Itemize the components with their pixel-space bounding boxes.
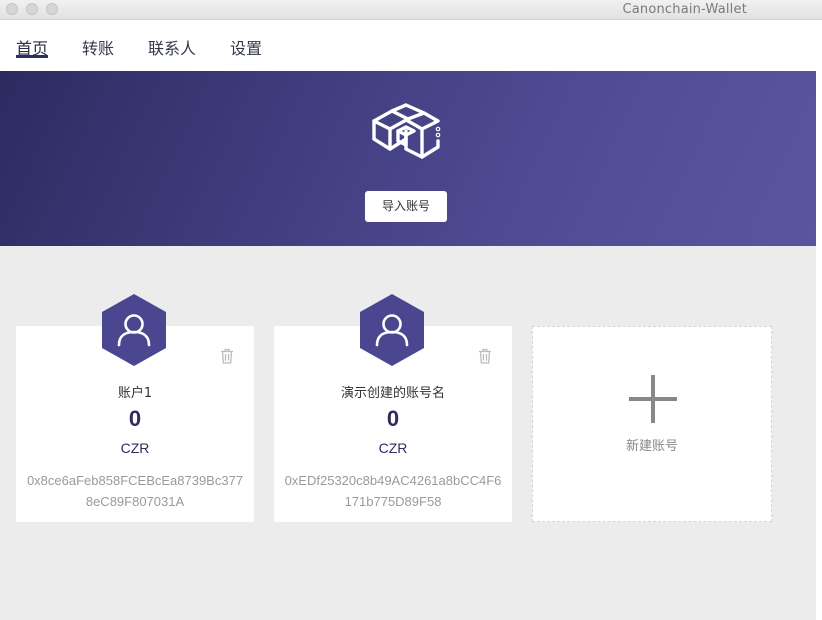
account-unit: CZR bbox=[120, 440, 150, 456]
new-account-card[interactable]: 新建账号 bbox=[532, 326, 772, 522]
account-card[interactable]: 账户1 0 CZR 0x8ce6aFeb858FCEBcEa8739Bc3778… bbox=[16, 294, 254, 522]
account-avatar bbox=[102, 294, 166, 366]
account-card[interactable]: 演示创建的账号名 0 CZR 0xEDf25320c8b49AC4261a8bC… bbox=[274, 294, 512, 522]
zoom-window-button[interactable] bbox=[46, 3, 58, 15]
trash-icon[interactable] bbox=[220, 348, 234, 364]
new-account-label: 新建账号 bbox=[625, 439, 678, 454]
close-window-button[interactable] bbox=[6, 3, 18, 15]
window-titlebar: Canonchain-Wallet bbox=[0, 0, 822, 20]
account-avatar bbox=[360, 294, 424, 366]
account-balance: 0 bbox=[128, 406, 142, 431]
plus-icon bbox=[629, 375, 677, 423]
window-title: Canonchain-Wallet bbox=[622, 2, 747, 17]
nav-item-contacts[interactable]: 联系人 bbox=[148, 35, 196, 59]
nav-active-indicator bbox=[16, 55, 48, 58]
nav-item-transfer[interactable]: 转账 bbox=[82, 35, 114, 59]
cube-cluster-icon bbox=[372, 103, 441, 159]
minimize-window-button[interactable] bbox=[26, 3, 38, 15]
account-name: 账户1 bbox=[117, 386, 153, 401]
account-name: 演示创建的账号名 bbox=[340, 386, 445, 401]
import-account-button[interactable]: 导入账号 bbox=[365, 191, 447, 222]
trash-icon[interactable] bbox=[478, 348, 492, 364]
account-address: 0xEDf25320c8b49AC4261a8bCC4F6171b775D89F… bbox=[284, 473, 502, 509]
hero-banner: 导入账号 bbox=[0, 71, 816, 246]
account-unit: CZR bbox=[378, 440, 408, 456]
account-address: 0x8ce6aFeb858FCEBcEa8739Bc3778eC89F80703… bbox=[26, 473, 244, 509]
account-balance: 0 bbox=[386, 406, 400, 431]
top-nav: 首页 转账 联系人 设置 bbox=[0, 20, 816, 71]
scrollbar[interactable] bbox=[816, 20, 822, 620]
nav-item-settings[interactable]: 设置 bbox=[230, 35, 262, 59]
